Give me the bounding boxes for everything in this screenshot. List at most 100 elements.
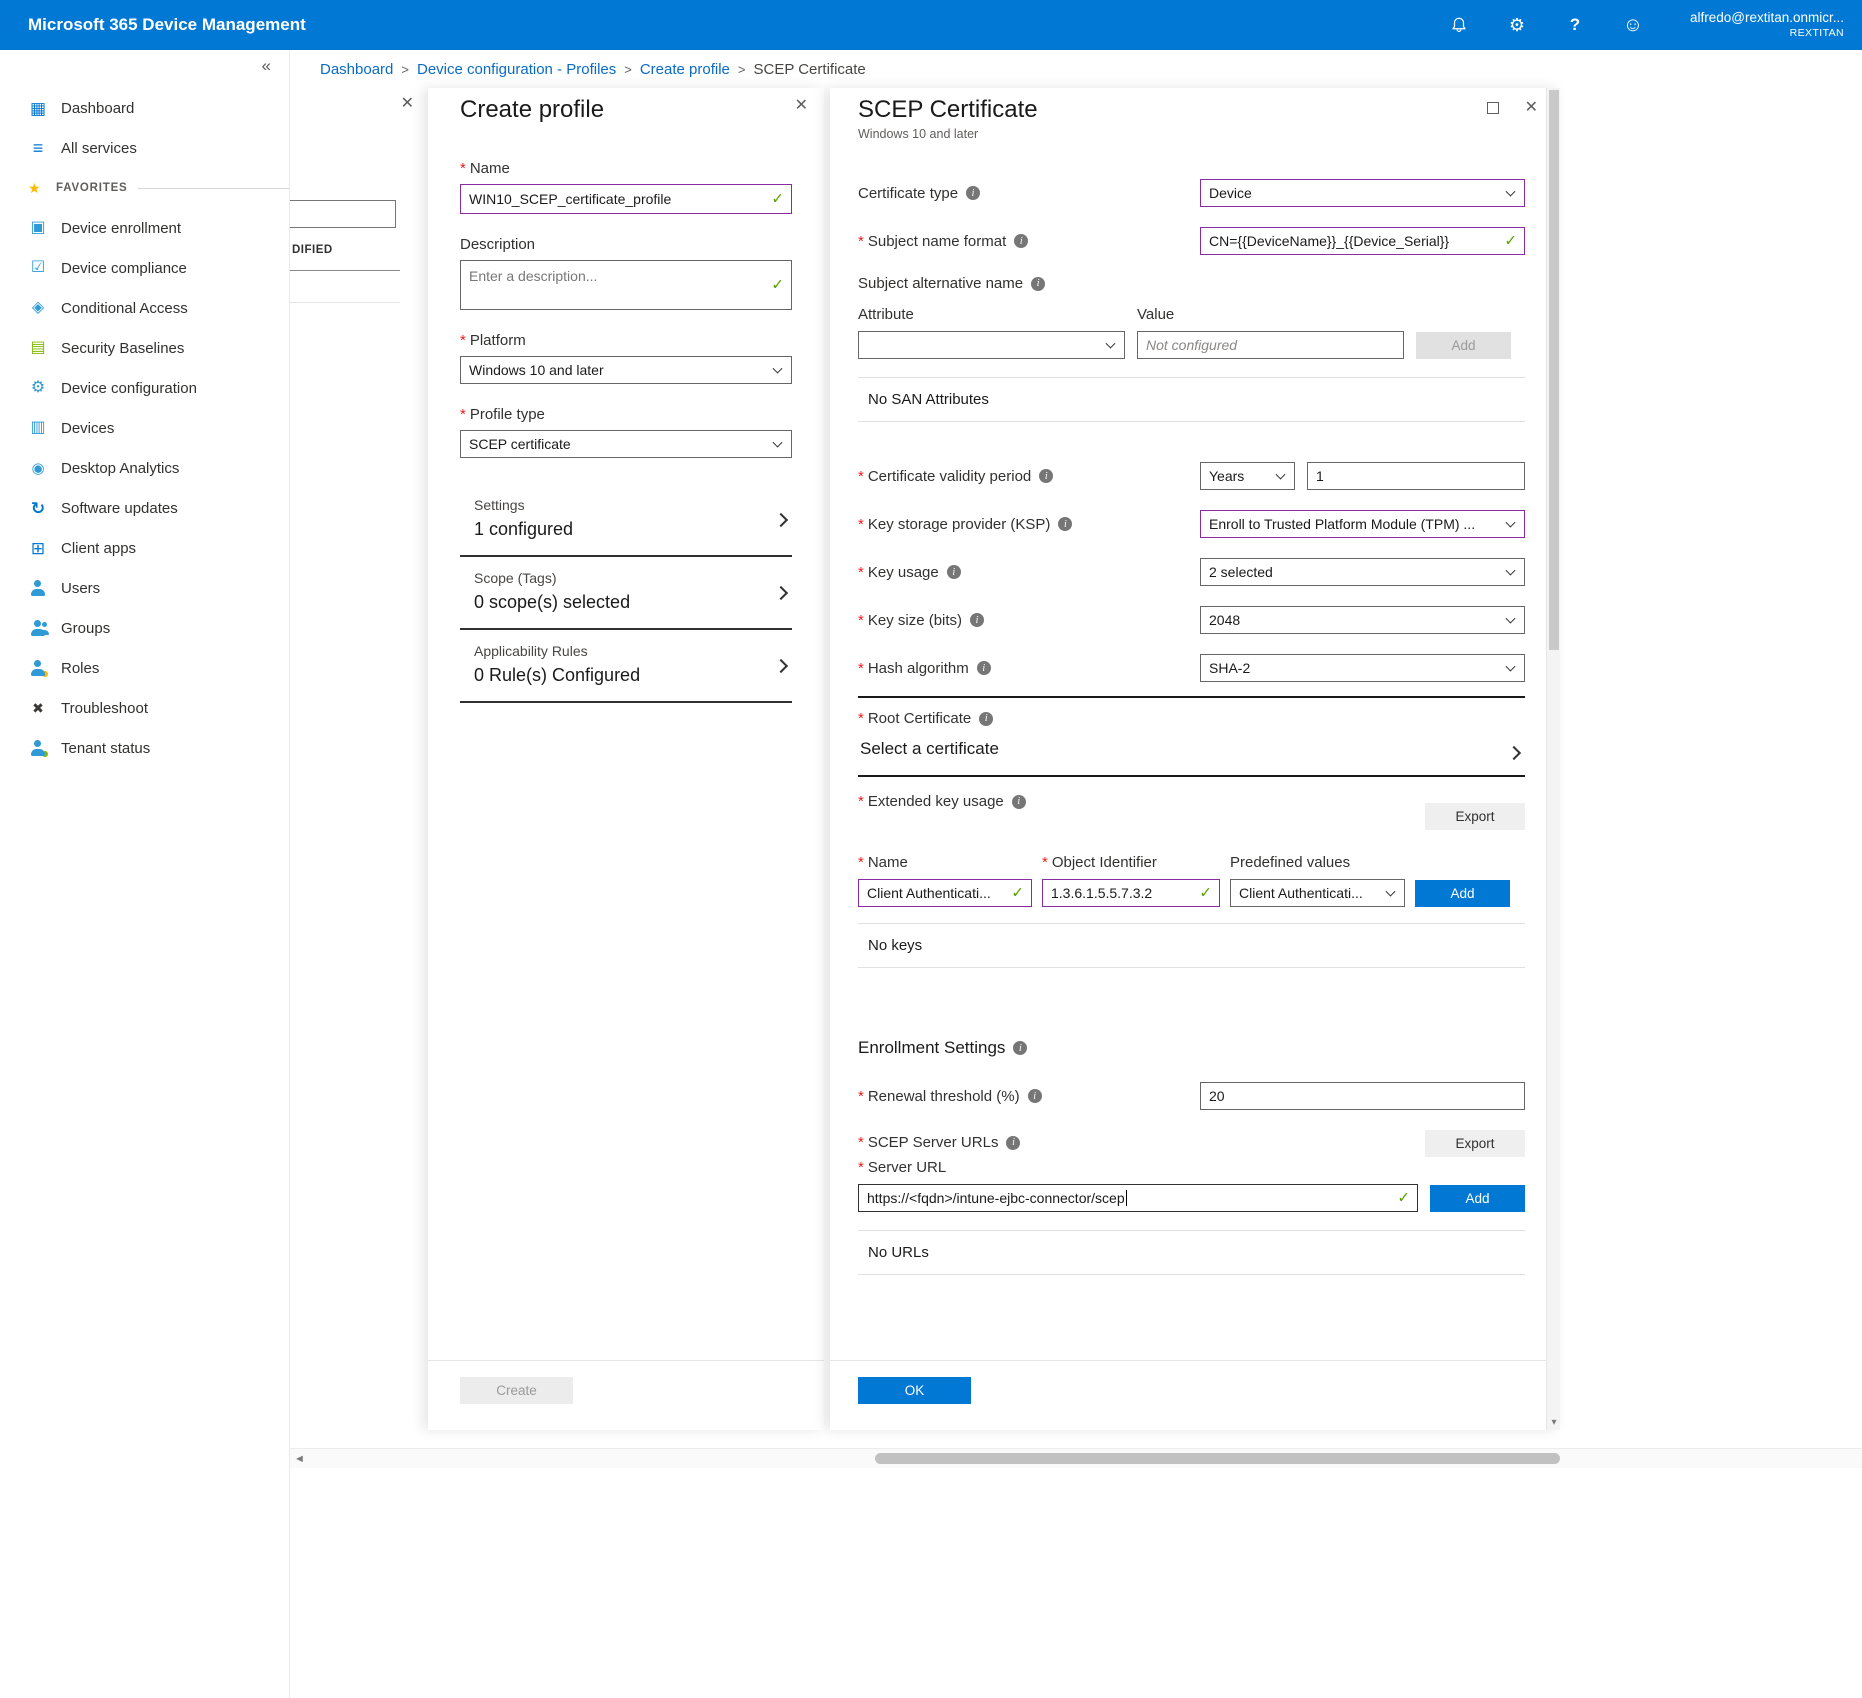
- sidebar-item-desktop-analytics[interactable]: Desktop Analytics: [0, 448, 289, 488]
- key-size-select[interactable]: 2048: [1200, 606, 1525, 634]
- vertical-scrollbar-thumb[interactable]: [1549, 90, 1559, 650]
- validity-unit-select[interactable]: Years: [1200, 462, 1295, 490]
- sidebar-item-client-apps[interactable]: Client apps: [0, 528, 289, 568]
- eku-oid-input[interactable]: 1.3.6.1.5.5.7.3.2: [1042, 879, 1220, 907]
- app-root: Microsoft 365 Device Management ⚙ ? ☺ al…: [0, 0, 1862, 1698]
- validity-value-input[interactable]: 1: [1307, 462, 1525, 490]
- info-icon[interactable]: [977, 661, 991, 675]
- urls-export-button[interactable]: Export: [1425, 1130, 1525, 1157]
- collapse-sidebar-icon[interactable]: «: [262, 56, 271, 76]
- scroll-down-arrow-icon[interactable]: ▾: [1547, 1417, 1561, 1428]
- blade-subtitle: Windows 10 and later: [858, 127, 1532, 141]
- profile-name-input[interactable]: WIN10_SCEP_certificate_profile: [460, 184, 792, 214]
- user-email: alfredo@rextitan.onmicr...: [1690, 10, 1844, 27]
- description-label: Description: [460, 236, 535, 253]
- certificate-type-select[interactable]: Device: [1200, 179, 1525, 207]
- scope-tags-section-row[interactable]: Scope (Tags) 0 scope(s) selected: [460, 557, 792, 630]
- sidebar-item-users[interactable]: Users: [0, 568, 289, 608]
- validity-period-label: Certificate validity period: [868, 468, 1031, 485]
- info-icon[interactable]: [1014, 234, 1028, 248]
- troubleshoot-icon: [28, 698, 48, 718]
- horizontal-scrollbar-thumb[interactable]: [875, 1453, 1560, 1464]
- sidebar-item-security-baselines[interactable]: Security Baselines: [0, 328, 289, 368]
- account-menu[interactable]: alfredo@rextitan.onmicr... REXTITAN: [1690, 10, 1844, 40]
- tenant-name: REXTITAN: [1690, 27, 1844, 40]
- software-updates-icon: [28, 498, 48, 518]
- renewal-threshold-input[interactable]: 20: [1200, 1082, 1525, 1110]
- key-usage-select[interactable]: 2 selected: [1200, 558, 1525, 586]
- sidebar-item-all-services[interactable]: All services: [0, 128, 289, 168]
- info-icon[interactable]: [1058, 517, 1072, 531]
- info-icon[interactable]: [1039, 469, 1053, 483]
- required-asterisk: [858, 793, 868, 810]
- sidebar-item-device-configuration[interactable]: Device configuration: [0, 368, 289, 408]
- settings-section-row[interactable]: Settings 1 configured: [460, 484, 792, 557]
- platform-label: Platform: [470, 332, 526, 349]
- san-label: Subject alternative name: [858, 275, 1023, 292]
- eku-name-input[interactable]: Client Authenticati...: [858, 879, 1032, 907]
- vertical-scrollbar[interactable]: ▾: [1546, 88, 1560, 1430]
- chevron-down-icon: [773, 364, 783, 374]
- feedback-smiley-icon[interactable]: ☺: [1622, 14, 1644, 36]
- breadcrumb-profiles[interactable]: Device configuration - Profiles: [417, 61, 616, 78]
- sidebar-item-devices[interactable]: Devices: [0, 408, 289, 448]
- san-add-button[interactable]: Add: [1416, 332, 1511, 359]
- maximize-icon[interactable]: [1487, 102, 1499, 114]
- breadcrumb-dashboard[interactable]: Dashboard: [320, 61, 393, 78]
- help-icon[interactable]: ?: [1564, 14, 1586, 36]
- horizontal-scrollbar[interactable]: ◄: [290, 1448, 1862, 1468]
- info-icon[interactable]: [947, 565, 961, 579]
- info-icon[interactable]: [970, 613, 984, 627]
- info-icon[interactable]: [1013, 1041, 1027, 1055]
- info-icon[interactable]: [979, 712, 993, 726]
- section-status: 1 configured: [474, 519, 792, 540]
- info-icon[interactable]: [1006, 1136, 1020, 1150]
- info-icon[interactable]: [1031, 277, 1045, 291]
- notification-bell-icon[interactable]: [1448, 14, 1470, 36]
- ksp-label: Key storage provider (KSP): [868, 516, 1051, 533]
- san-value-input[interactable]: Not configured: [1137, 331, 1404, 359]
- info-icon[interactable]: [966, 186, 980, 200]
- value-column-label: Value: [1137, 306, 1404, 323]
- profile-type-select[interactable]: SCEP certificate: [460, 430, 792, 458]
- validity-unit-value: Years: [1209, 468, 1244, 484]
- applicability-rules-section-row[interactable]: Applicability Rules 0 Rule(s) Configured: [460, 630, 792, 703]
- eku-predefined-select[interactable]: Client Authenticati...: [1230, 879, 1405, 907]
- create-button[interactable]: Create: [460, 1377, 573, 1404]
- ksp-select[interactable]: Enroll to Trusted Platform Module (TPM) …: [1200, 510, 1525, 538]
- close-icon[interactable]: ✕: [401, 96, 414, 112]
- sidebar-item-groups[interactable]: Groups: [0, 608, 289, 648]
- description-input[interactable]: Enter a description...: [460, 260, 792, 310]
- breadcrumb-create-profile[interactable]: Create profile: [640, 61, 730, 78]
- settings-gear-icon[interactable]: ⚙: [1506, 14, 1528, 36]
- hash-algorithm-select[interactable]: SHA-2: [1200, 654, 1525, 682]
- info-icon[interactable]: [1028, 1089, 1042, 1103]
- close-icon[interactable]: ✕: [795, 98, 808, 114]
- sidebar-item-device-compliance[interactable]: Device compliance: [0, 248, 289, 288]
- sidebar-item-device-enrollment[interactable]: Device enrollment: [0, 208, 289, 248]
- users-icon: [28, 578, 48, 598]
- info-icon[interactable]: [1012, 795, 1026, 809]
- close-icon[interactable]: ✕: [1525, 100, 1538, 116]
- sidebar-item-label: Dashboard: [61, 100, 134, 117]
- ok-button[interactable]: OK: [858, 1377, 971, 1404]
- sidebar-item-roles[interactable]: Roles: [0, 648, 289, 688]
- scroll-left-arrow-icon[interactable]: ◄: [294, 1453, 305, 1465]
- platform-select[interactable]: Windows 10 and later: [460, 356, 792, 384]
- eku-add-button[interactable]: Add: [1415, 880, 1510, 907]
- divider: [858, 696, 1525, 698]
- subject-name-format-input[interactable]: CN={{DeviceName}}_{{Device_Serial}}: [1200, 227, 1525, 255]
- sidebar-item-tenant-status[interactable]: Tenant status: [0, 728, 289, 768]
- eku-export-button[interactable]: Export: [1425, 803, 1525, 830]
- attribute-column-label: Attribute: [858, 306, 1125, 323]
- filter-input-partial[interactable]: [290, 200, 396, 228]
- server-url-add-button[interactable]: Add: [1430, 1185, 1525, 1212]
- root-certificate-picker[interactable]: Select a certificate: [858, 731, 1525, 775]
- sidebar-item-dashboard[interactable]: Dashboard: [0, 88, 289, 128]
- san-attribute-select[interactable]: [858, 331, 1125, 359]
- chevron-down-icon: [1386, 887, 1396, 897]
- sidebar-item-conditional-access[interactable]: Conditional Access: [0, 288, 289, 328]
- sidebar-item-software-updates[interactable]: Software updates: [0, 488, 289, 528]
- sidebar-item-troubleshoot[interactable]: Troubleshoot: [0, 688, 289, 728]
- server-url-input[interactable]: https://<fqdn>/intune-ejbc-connector/sce…: [858, 1184, 1418, 1212]
